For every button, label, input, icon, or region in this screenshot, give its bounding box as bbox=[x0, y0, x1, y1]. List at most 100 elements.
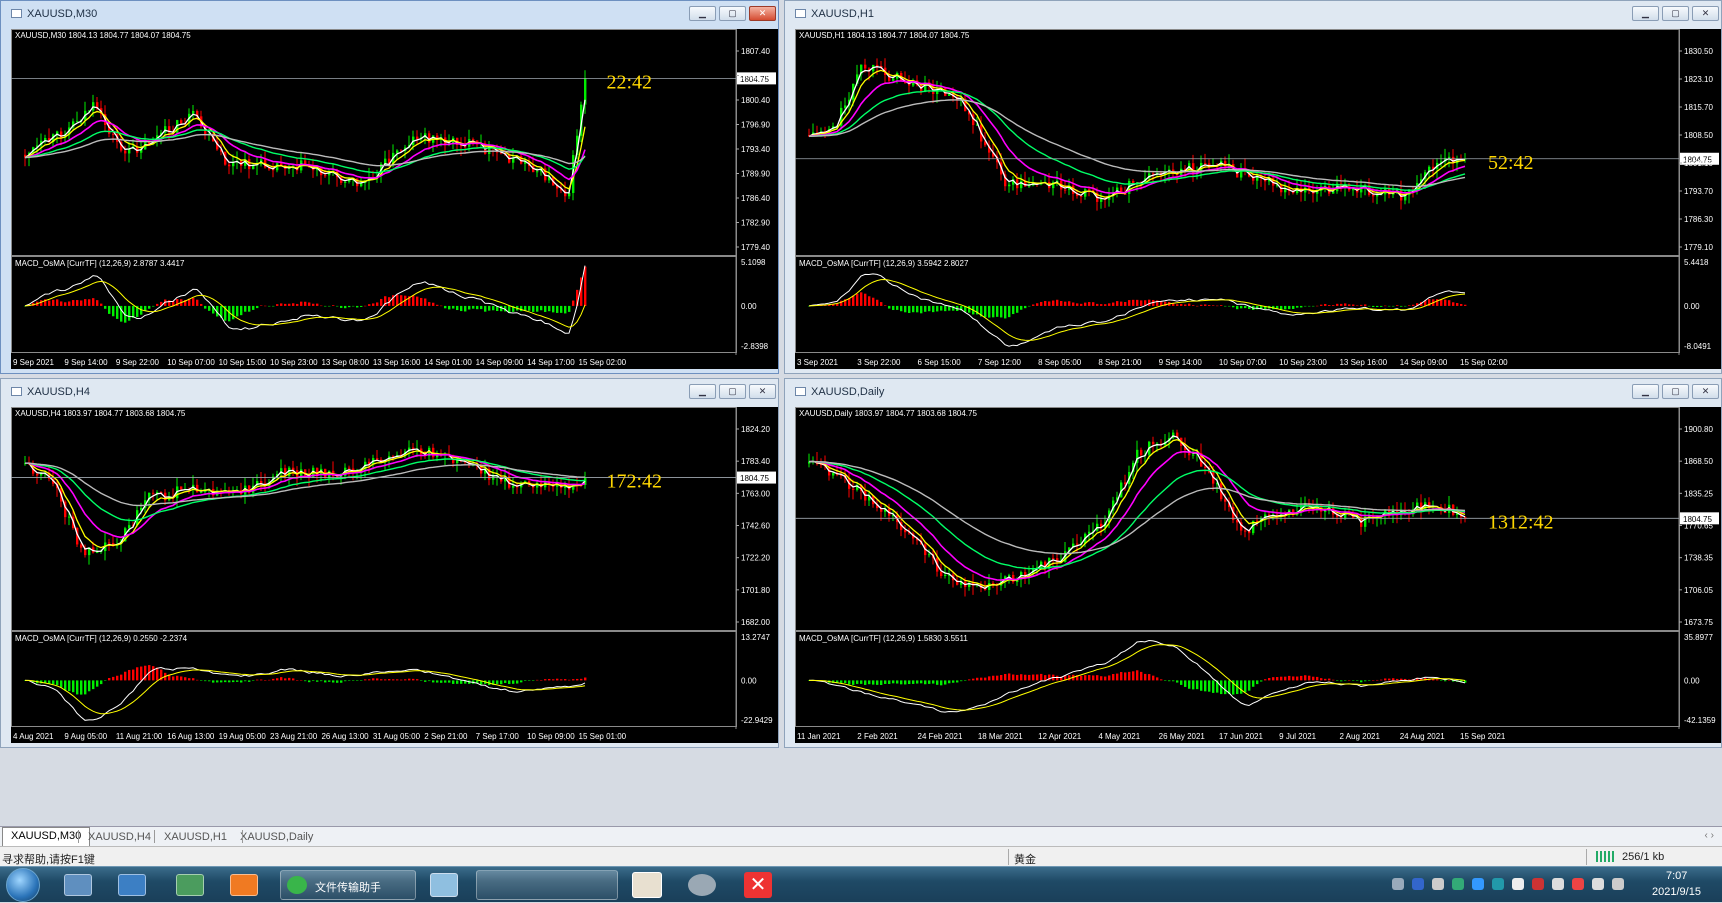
maximize-button[interactable]: ▢ bbox=[1662, 384, 1689, 399]
macd-bar bbox=[544, 305, 547, 312]
chart-window-m30[interactable]: XAUUSD,M30 ▁ ▢ ✕ 1804.75 22:42 XAUUSD,M30 1804… bbox=[0, 0, 779, 374]
macd-bar bbox=[452, 680, 455, 684]
minimize-button[interactable]: ▁ bbox=[689, 6, 716, 21]
maximize-button[interactable]: ▢ bbox=[719, 6, 746, 21]
maximize-button[interactable]: ▢ bbox=[1662, 6, 1689, 21]
macd-bar bbox=[1288, 305, 1291, 310]
macd-tick-label: -2.8398 bbox=[741, 342, 769, 351]
minimize-button[interactable]: ▁ bbox=[1632, 384, 1659, 399]
macd-bar bbox=[896, 680, 899, 684]
chart-window-d1[interactable]: XAUUSD,Daily ▁ ▢ ✕ 1804.75 1312:42 XAUUSD,Dail… bbox=[784, 378, 1722, 748]
tray-icon[interactable] bbox=[1592, 878, 1604, 890]
macd-bar bbox=[132, 305, 135, 318]
chart-canvas[interactable]: 1804.75 1312:42 XAUUSD,Daily 1803.97 1804.… bbox=[795, 407, 1721, 743]
maximize-button[interactable]: ▢ bbox=[719, 384, 746, 399]
macd-bar bbox=[80, 300, 83, 306]
close-button[interactable]: ✕ bbox=[749, 384, 776, 399]
macd-bar bbox=[976, 677, 979, 681]
chart-canvas[interactable]: 1804.75 172:42 XAUUSD,H4 1803.97 1804.77 1… bbox=[11, 407, 778, 743]
tray-icon[interactable] bbox=[1432, 878, 1444, 890]
tray-icon[interactable] bbox=[1532, 878, 1544, 890]
tray-icon[interactable] bbox=[1472, 878, 1484, 890]
tray-icon[interactable] bbox=[1552, 878, 1564, 890]
macd-bar bbox=[1112, 674, 1115, 681]
macd-bar bbox=[912, 680, 915, 684]
chart-window-h1[interactable]: XAUUSD,H1 ▁ ▢ ✕ 1804.75 52:42 XAUUSD,H1 1804.1… bbox=[784, 0, 1722, 374]
macd-bar bbox=[1456, 303, 1459, 306]
chart-canvas[interactable]: 1804.75 52:42 XAUUSD,H1 1804.13 1804.77 18… bbox=[795, 29, 1721, 369]
window-title: XAUUSD,Daily bbox=[811, 386, 885, 398]
macd-bar bbox=[1344, 680, 1347, 681]
browser-icon[interactable] bbox=[230, 874, 258, 896]
macd-bar bbox=[868, 296, 871, 306]
macd-bar bbox=[1316, 305, 1319, 307]
chart-canvas[interactable]: 1804.75 22:42 XAUUSD,M30 1804.13 1804.77 1… bbox=[11, 29, 778, 369]
minimize-button[interactable]: ▁ bbox=[689, 384, 716, 399]
tab-chart[interactable]: XAUUSD,H4 bbox=[80, 829, 159, 846]
tab-chart[interactable]: XAUUSD,Daily bbox=[232, 829, 321, 846]
tray-icon[interactable] bbox=[1512, 878, 1524, 890]
tray-icon[interactable] bbox=[1412, 878, 1424, 890]
clock-time[interactable]: 7:07 bbox=[1666, 870, 1687, 882]
wechat-task-button[interactable]: 文件传输助手 bbox=[280, 870, 416, 900]
minimize-button[interactable]: ▁ bbox=[1632, 6, 1659, 21]
macd-bar bbox=[1180, 680, 1183, 685]
price-tick-label: 1789.90 bbox=[741, 170, 770, 179]
tray-icon[interactable] bbox=[1612, 878, 1624, 890]
tab-scroll-arrows[interactable]: ‹ › bbox=[1705, 830, 1714, 841]
candle-body bbox=[1076, 543, 1079, 545]
metatrader-icon[interactable] bbox=[632, 872, 662, 898]
candle-body bbox=[40, 473, 43, 476]
chart-window-h4[interactable]: XAUUSD,H4 ▁ ▢ ✕ 1804.75 172:42 XAUUSD,H4 1803.… bbox=[0, 378, 779, 748]
network-icon[interactable] bbox=[176, 874, 204, 896]
candles bbox=[24, 440, 587, 565]
candles bbox=[808, 429, 1467, 597]
tray-icon[interactable] bbox=[1392, 878, 1404, 890]
tab-chart[interactable]: XAUUSD,H1 bbox=[156, 829, 235, 846]
explorer-icon[interactable] bbox=[64, 874, 92, 896]
candle-body bbox=[96, 552, 99, 554]
macd-bar bbox=[1160, 679, 1163, 681]
tray-icon[interactable] bbox=[1452, 878, 1464, 890]
macd-bar bbox=[548, 678, 551, 681]
macd-title: MACD_OsMA [CurrTF] (12,26,9) 3.5942 2.80… bbox=[799, 259, 969, 268]
chart-tabs: XAUUSD,M30 XAUUSD,H4 XAUUSD,H1 XAUUSD,Daily… bbox=[0, 826, 1722, 846]
macd-bar bbox=[908, 305, 911, 314]
tray-icon[interactable] bbox=[1492, 878, 1504, 890]
price-tick-label: 1742.60 bbox=[741, 522, 770, 531]
price-tick-label: 1823.10 bbox=[1684, 75, 1713, 84]
macd-bar bbox=[888, 680, 891, 684]
window-titlebar[interactable]: XAUUSD,H4 ▁ ▢ ✕ bbox=[1, 379, 778, 406]
candle-body bbox=[1204, 466, 1207, 468]
close-button[interactable]: ✕ bbox=[749, 6, 776, 21]
macd-bar bbox=[384, 679, 387, 681]
window-titlebar[interactable]: XAUUSD,M30 ▁ ▢ ✕ bbox=[1, 1, 778, 28]
macd-line bbox=[24, 265, 586, 334]
macd-bar bbox=[1244, 305, 1247, 309]
macd-bar bbox=[280, 303, 283, 306]
macd-title: MACD_OsMA [CurrTF] (12,26,9) 0.2550 -2.2… bbox=[15, 634, 188, 643]
blurred-task-button[interactable] bbox=[476, 870, 618, 900]
candle-body bbox=[412, 447, 415, 449]
macd-bar bbox=[1312, 305, 1315, 307]
macd-bar bbox=[256, 305, 259, 309]
app-icon[interactable] bbox=[688, 874, 716, 896]
window-titlebar[interactable]: XAUUSD,Daily ▁ ▢ ✕ bbox=[785, 379, 1721, 406]
window-title: XAUUSD,H4 bbox=[27, 386, 90, 398]
macd-bar bbox=[324, 305, 327, 307]
macd-bar bbox=[1016, 674, 1019, 681]
clock-date[interactable]: 2021/9/15 bbox=[1652, 886, 1701, 898]
macd-bar bbox=[1052, 300, 1055, 306]
close-button[interactable]: ✕ bbox=[1692, 6, 1719, 21]
close-app-icon[interactable]: ✕ bbox=[744, 872, 772, 898]
close-button[interactable]: ✕ bbox=[1692, 384, 1719, 399]
macd-bar bbox=[1284, 305, 1287, 310]
notepad-icon[interactable] bbox=[430, 873, 458, 897]
tray-icon[interactable] bbox=[1572, 878, 1584, 890]
macd-bar bbox=[236, 680, 239, 682]
windows-orb-icon[interactable] bbox=[6, 868, 40, 902]
macd-bar bbox=[1020, 305, 1023, 310]
time-label: 10 Sep 07:00 bbox=[1219, 358, 1267, 367]
desktop-icon[interactable] bbox=[118, 874, 146, 896]
window-titlebar[interactable]: XAUUSD,H1 ▁ ▢ ✕ bbox=[785, 1, 1721, 28]
